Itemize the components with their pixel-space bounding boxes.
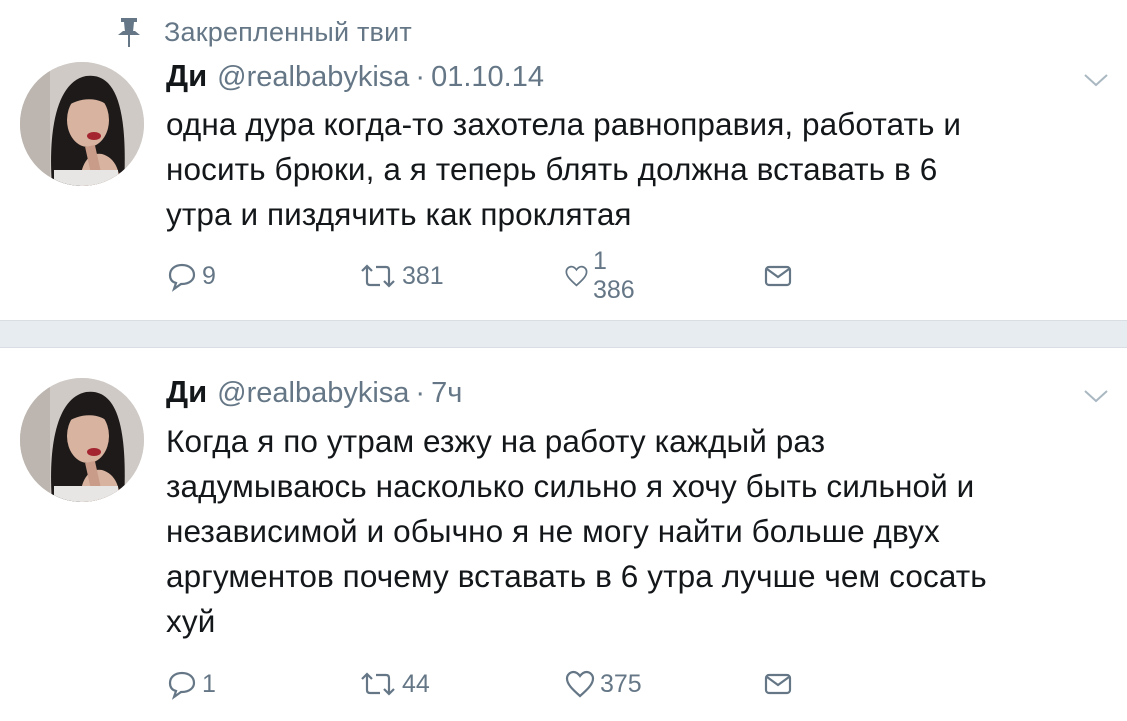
author-name[interactable]: Ди (166, 58, 207, 94)
pin-icon (114, 15, 144, 49)
chevron-down-icon[interactable] (1083, 72, 1109, 88)
retweet-count: 381 (402, 261, 444, 290)
tweet-header: Ди @realbabykisa · 7ч (166, 374, 462, 414)
like-count: 1 386 (592, 247, 635, 304)
retweet-count: 44 (402, 669, 430, 698)
retweet-button[interactable]: 44 (358, 668, 430, 700)
reply-icon (168, 263, 196, 292)
pinned-indicator: Закрепленный твит (114, 14, 412, 50)
avatar[interactable] (20, 62, 144, 186)
tweet-text: одна дура когда-то захотела равноправия,… (166, 106, 962, 232)
heart-icon (565, 265, 588, 287)
author-name[interactable]: Ди (166, 374, 207, 410)
heart-icon (565, 670, 595, 698)
envelope-icon (764, 673, 792, 695)
tweet-pinned[interactable]: Закрепленный твит Ди @realbabykisa · 01.… (0, 0, 1127, 320)
direct-message-button[interactable] (762, 260, 794, 292)
avatar[interactable] (20, 378, 144, 502)
meta-separator: · (415, 377, 426, 409)
tweet-timestamp[interactable]: 7ч (431, 377, 462, 410)
tweet-text: Когда я по утрам езжу на работу каждый р… (166, 423, 987, 639)
retweet-icon (361, 264, 395, 288)
reply-icon (168, 671, 196, 700)
reply-button[interactable]: 1 (166, 668, 216, 700)
tweet[interactable]: Ди @realbabykisa · 7ч Когда я по утрам е… (0, 348, 1127, 721)
tweet-header: Ди @realbabykisa · 01.10.14 (166, 58, 544, 98)
reply-button[interactable]: 9 (166, 260, 216, 292)
like-button[interactable]: 375 (564, 668, 642, 700)
retweet-button[interactable]: 381 (358, 260, 444, 292)
like-count: 375 (600, 669, 642, 698)
envelope-icon (764, 265, 792, 287)
direct-message-button[interactable] (762, 668, 794, 700)
author-handle[interactable]: @realbabykisa (217, 377, 409, 410)
meta-separator: · (415, 61, 426, 93)
tweet-divider (0, 320, 1127, 348)
author-handle[interactable]: @realbabykisa (217, 61, 409, 94)
like-button[interactable]: 1 386 (564, 247, 642, 304)
chevron-down-icon[interactable] (1083, 388, 1109, 404)
pinned-label: Закрепленный твит (164, 16, 412, 47)
tweet-timestamp[interactable]: 01.10.14 (431, 61, 544, 94)
reply-count: 9 (202, 261, 216, 290)
retweet-icon (361, 672, 395, 696)
reply-count: 1 (202, 669, 216, 698)
